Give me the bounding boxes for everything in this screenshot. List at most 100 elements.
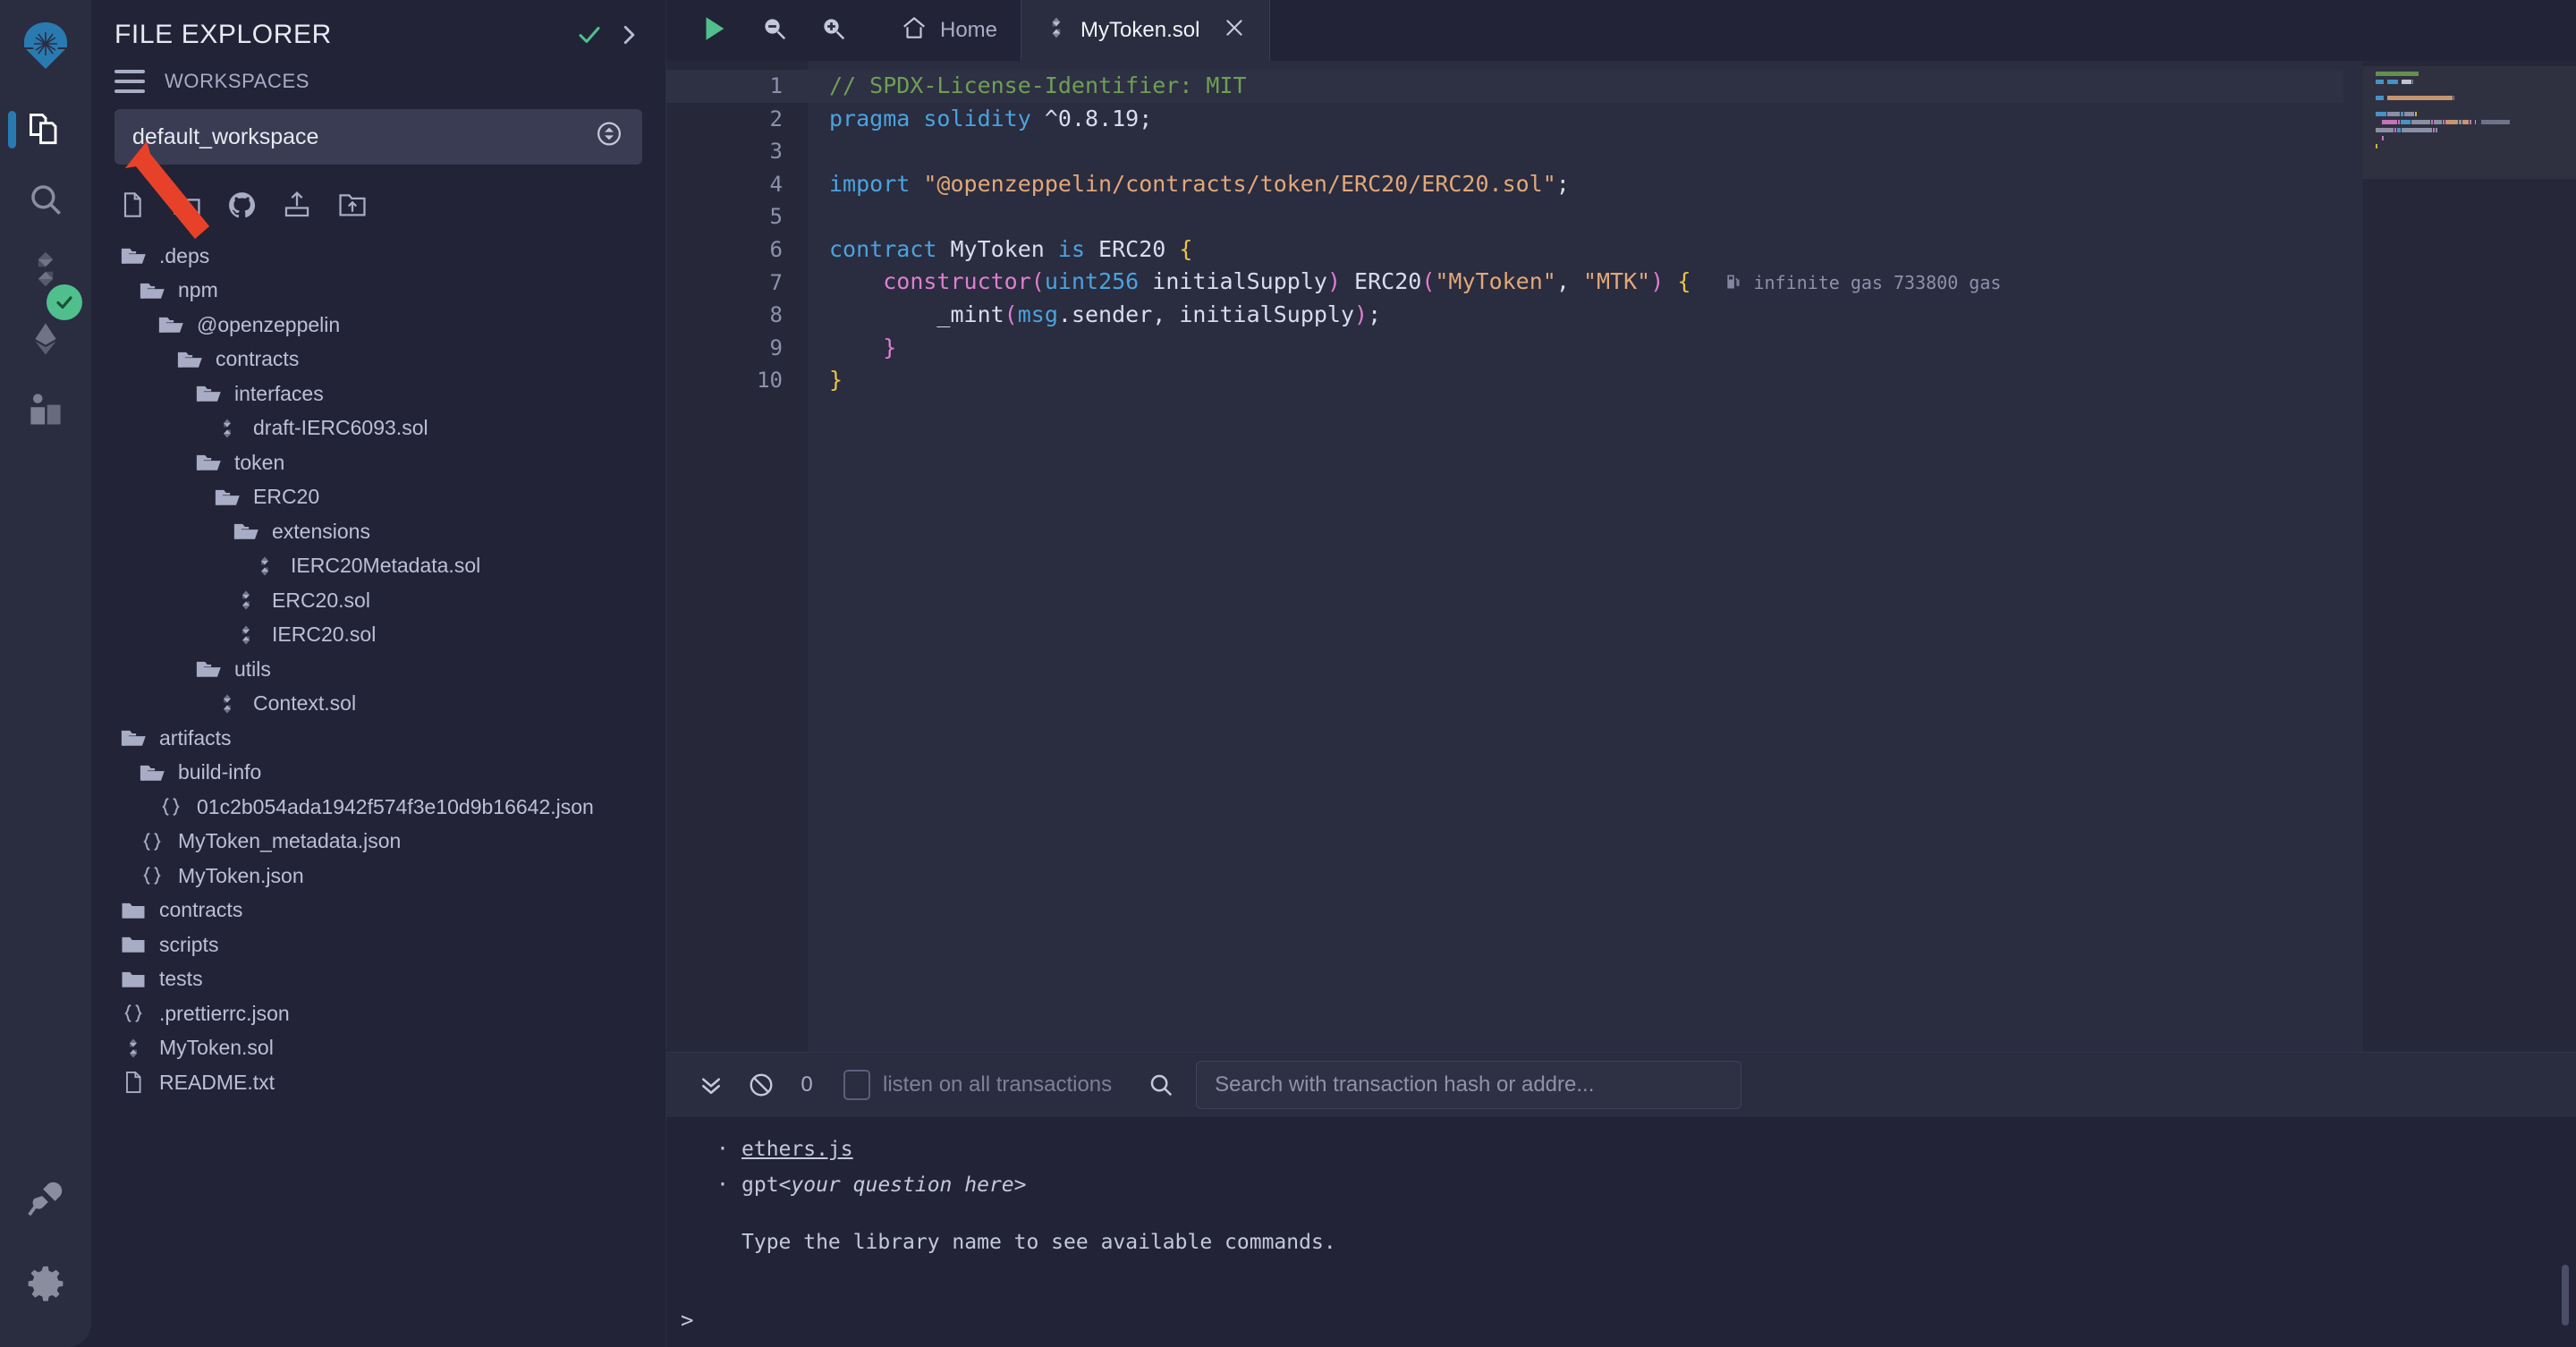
code-line[interactable]: 5 [666,200,2343,233]
file-tree-item[interactable]: artifacts [91,721,665,756]
play-icon[interactable] [699,13,729,48]
terminal-scrollbar[interactable] [2562,1265,2569,1326]
file-tree-item[interactable]: .prettierrc.json [91,996,665,1031]
line-number: 8 [769,302,783,328]
file-tree-item[interactable]: IERC20.sol [91,618,665,653]
file-tree-item[interactable]: interfaces [91,377,665,411]
new-file-icon[interactable] [118,190,147,224]
file-tree-item-label: ERC20 [253,485,320,509]
solidity-file-icon [212,691,242,716]
activity-bar-items [0,95,91,444]
folder-open-icon [193,449,224,476]
zoom-out-icon[interactable] [761,15,788,47]
zoom-in-icon[interactable] [820,15,847,47]
tab-home[interactable]: Home [877,0,1021,61]
file-tree-item-label: draft-IERC6093.sol [253,416,428,440]
file-tree-item-label: contracts [159,898,243,922]
main-area: Home MyToken.sol 1 // SPDX-License-Ident… [666,0,2576,1347]
workspace-select[interactable]: default_workspace [114,109,642,165]
upload-folder-icon[interactable] [337,190,368,224]
file-tree-item[interactable]: 01c2b054ada1942f574f3e10d9b16642.json [91,790,665,825]
sidebar-item-deploy-and-run[interactable] [0,304,91,374]
github-icon[interactable] [227,191,257,224]
settings-gear-icon[interactable] [0,1241,91,1327]
file-tree-item[interactable]: MyToken.sol [91,1031,665,1066]
sidebar-item-file-explorer[interactable] [0,95,91,165]
file-tree-item[interactable]: ERC20 [91,480,665,515]
file-tree-item-label: Context.sol [253,691,357,716]
gas-estimate-annotation: infinite gas 733800 gas [1690,272,2001,293]
file-tree-item-label: MyToken.sol [159,1036,274,1060]
editor-minimap[interactable] [2363,61,2576,1052]
file-tree-item[interactable]: MyToken_metadata.json [91,825,665,860]
editor-scrollbar[interactable] [2343,61,2363,1052]
file-tree-item[interactable]: draft-IERC6093.sol [91,411,665,446]
terminal-prompt[interactable]: > [681,1308,693,1333]
file-tree-item[interactable]: extensions [91,514,665,549]
file-tree-item[interactable]: build-info [91,756,665,791]
search-icon[interactable] [1148,1072,1174,1098]
minimap-line [2376,128,2567,132]
publish-to-gist-icon[interactable] [282,190,312,224]
file-tree-item[interactable]: token [91,445,665,480]
file-tree-item-label: @openzeppelin [197,312,341,336]
minimap-line [2376,80,2567,84]
solidity-file-icon [118,1036,148,1061]
workspace-menu-icon[interactable] [114,70,145,93]
file-tree-item-label: extensions [272,519,370,543]
file-tree-item-label: artifacts [159,725,232,750]
file-tree-item[interactable]: .deps [91,239,665,274]
remix-logo-icon[interactable] [14,14,77,77]
file-tree-item[interactable]: IERC20Metadata.sol [91,549,665,584]
file-tree-item[interactable]: ERC20.sol [91,583,665,618]
file-tree-item[interactable]: MyToken.json [91,859,665,894]
solidity-file-icon [231,588,261,613]
tab-mytoken-sol[interactable]: MyToken.sol [1021,0,1271,61]
code-line[interactable]: 6 contract MyToken is ERC20 { [666,233,2343,267]
file-tree-item[interactable]: tests [91,962,665,997]
minimap-line [2376,72,2567,76]
code-editor[interactable]: 1 // SPDX-License-Identifier: MIT 2 pragma … [666,61,2343,1052]
new-folder-icon[interactable] [172,190,202,224]
code-line[interactable]: 10} [666,364,2343,397]
chevron-right-icon[interactable] [617,21,640,48]
terminal-output[interactable]: · ethers.js · gpt <your question here> T… [666,1117,2576,1347]
file-tree-item[interactable]: utils [91,652,665,687]
transaction-search-input[interactable]: Search with transaction hash or addre... [1196,1061,1742,1109]
line-number: 1 [769,73,783,98]
code-line[interactable]: 2 pragma solidity ^0.8.19; [666,103,2343,136]
check-icon[interactable] [576,21,603,48]
sidebar-item-search[interactable] [0,165,91,234]
file-tree-item[interactable]: scripts [91,928,665,962]
activity-bar-bottom [0,1156,91,1347]
file-tree-item[interactable]: npm [91,274,665,309]
line-number: 5 [769,204,783,230]
clear-console-icon[interactable] [736,1072,786,1098]
double-chevron-down-icon[interactable] [686,1072,736,1098]
file-tree-item[interactable]: contracts [91,343,665,377]
code-line-content: // SPDX-License-Identifier: MIT [829,72,1247,98]
file-tree-item[interactable]: contracts [91,894,665,928]
code-line[interactable]: 8 _mint(msg.sender, initialSupply); [666,299,2343,332]
code-line[interactable]: 7 constructor(uint256 initialSupply) ERC… [666,267,2343,300]
sidebar-item-learneth[interactable] [0,374,91,444]
listen-on-all-transactions-checkbox[interactable] [843,1070,870,1100]
folder-open-icon [193,656,224,682]
file-tree-item-label: README.txt [159,1070,275,1094]
file-tree-item[interactable]: README.txt [91,1065,665,1100]
line-number: 9 [769,335,783,360]
close-icon[interactable] [1223,16,1246,46]
activity-bar [0,0,91,1347]
terminal-line-ethers: · ethers.js [716,1131,2576,1167]
code-line[interactable]: 4 import "@openzeppelin/contracts/token/E… [666,168,2343,201]
chevron-updown-icon[interactable] [596,121,623,154]
plugin-manager-icon[interactable] [0,1156,91,1241]
code-line[interactable]: 3 [666,135,2343,168]
code-line[interactable]: 1 // SPDX-License-Identifier: MIT [666,70,2343,103]
file-explorer-toolbar [91,165,665,235]
terminal-hint: Type the library name to see available c… [741,1231,1336,1254]
code-line[interactable]: 9 } [666,332,2343,365]
file-tree-item[interactable]: @openzeppelin [91,308,665,343]
ethers-js-link[interactable]: ethers.js [741,1131,853,1167]
file-tree-item[interactable]: Context.sol [91,687,665,722]
